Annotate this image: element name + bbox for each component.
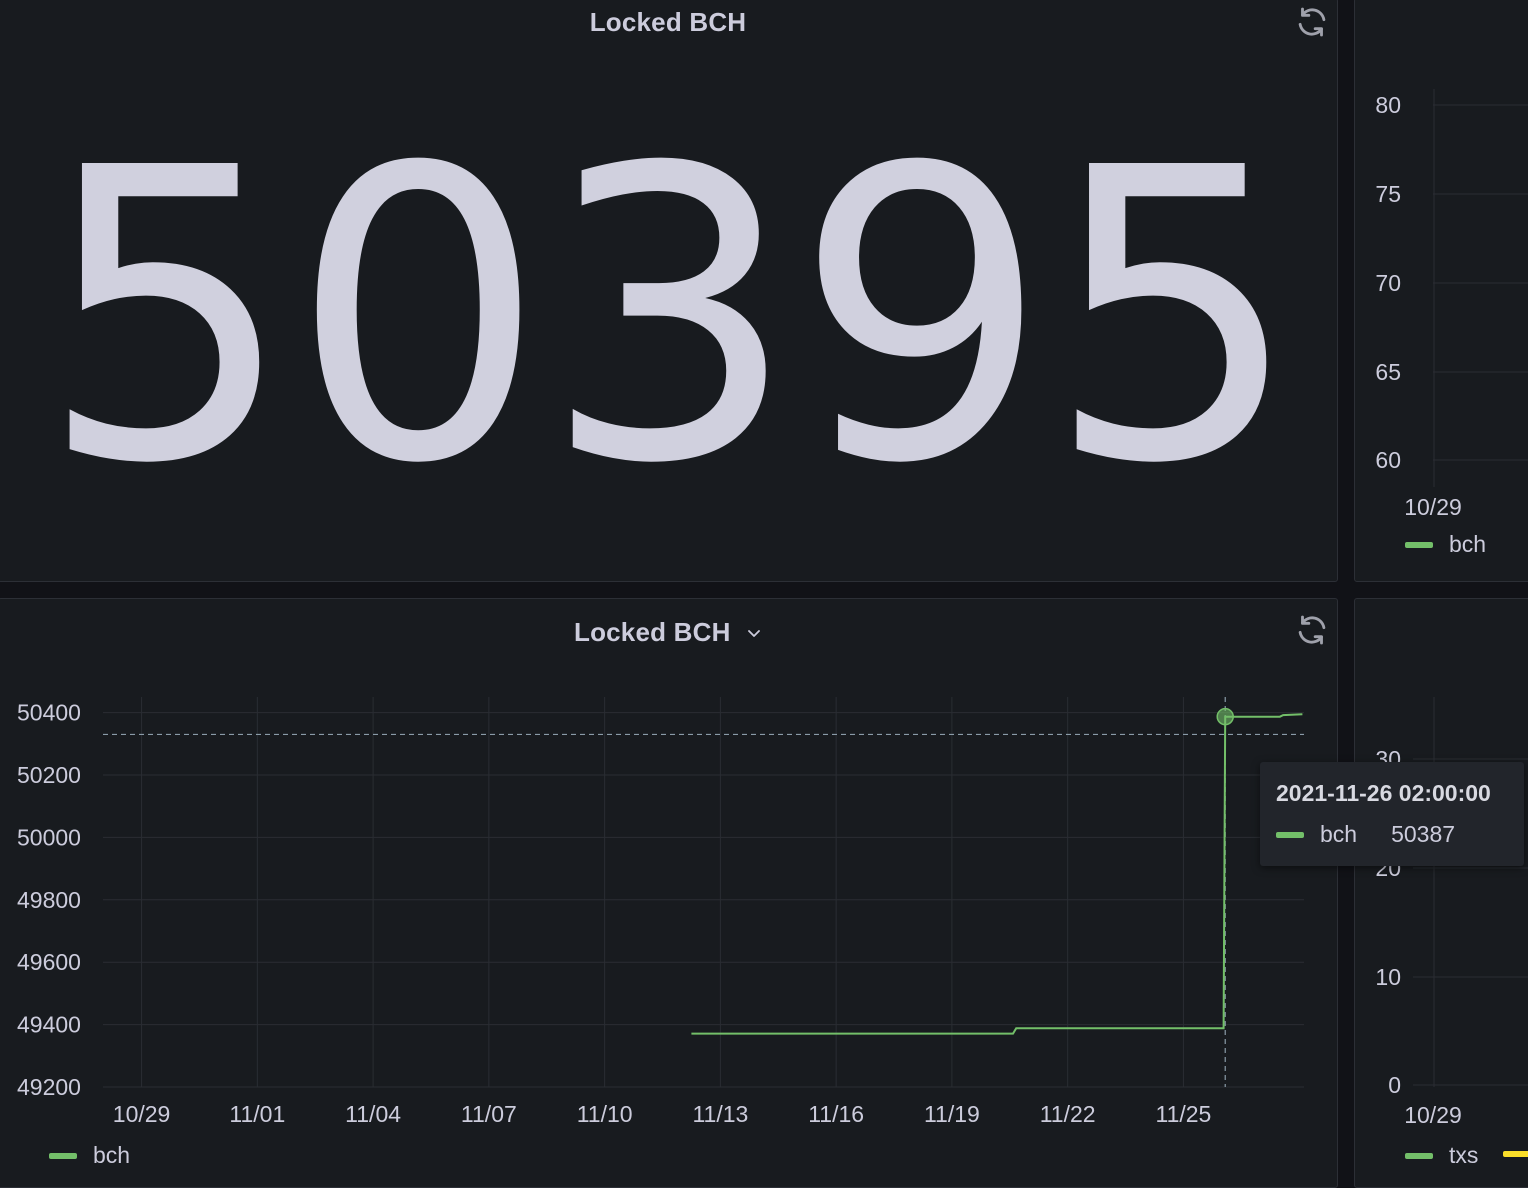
legend-item[interactable]: bch <box>49 1142 130 1169</box>
stat-value: 50395 <box>38 83 1302 551</box>
x-tick-label: 11/04 <box>345 1101 401 1127</box>
legend-swatch-yellow[interactable] <box>1503 1151 1528 1157</box>
y-tick-label: 49200 <box>17 1074 81 1100</box>
x-tick-label: 11/10 <box>577 1101 633 1127</box>
x-tick-label: 11/16 <box>808 1101 864 1127</box>
y-tick-label: 60 <box>1375 447 1401 473</box>
refresh-icon[interactable] <box>1293 3 1331 41</box>
y-tick-label: 49600 <box>17 949 81 975</box>
stat-panel: Locked BCH 50395 <box>0 0 1338 582</box>
x-tick-label: 11/07 <box>461 1101 517 1127</box>
legend-label: bch <box>1449 531 1487 557</box>
tooltip-series: bch <box>1320 821 1358 847</box>
y-tick-label: 10 <box>1375 964 1401 990</box>
right-bottom-chart: 30 20 10 0 10/29 1 <box>1375 697 1528 1128</box>
x-tick-label: 11/19 <box>924 1101 980 1127</box>
tooltip-value: 50387 <box>1391 821 1456 847</box>
right-top-chart: 80 75 70 65 60 10/29 1 <box>1375 89 1528 520</box>
x-tick-label: 10/29 <box>113 1101 171 1127</box>
hover-tooltip: 2021-11-26 02:00:00 bch 50387 <box>1260 762 1524 866</box>
y-tick-label: 80 <box>1375 92 1401 118</box>
graph-panel: Locked BCH 50400 50200 50000 49800 49600 4940… <box>0 598 1338 1188</box>
tooltip-time: 2021-11-26 02:00:00 <box>1276 780 1491 806</box>
x-tick-label: 10/29 <box>1404 494 1462 520</box>
y-tick-label: 50400 <box>17 700 81 726</box>
y-tick-label: 50000 <box>17 824 81 850</box>
legend-label: txs <box>1449 1142 1479 1168</box>
tooltip-swatch <box>1276 831 1304 838</box>
hover-point <box>1216 707 1234 726</box>
legend-swatch <box>49 1152 77 1159</box>
x-tick-label: 11/22 <box>1040 1101 1096 1127</box>
panel-title[interactable]: Locked BCH <box>0 7 1337 38</box>
legend-swatch <box>1405 541 1433 548</box>
legend-item[interactable]: bch <box>1405 531 1486 558</box>
x-tick-label: 11/13 <box>692 1101 748 1127</box>
x-tick-label: 11/25 <box>1155 1101 1211 1127</box>
line-chart[interactable]: 50400 50200 50000 49800 49600 49400 49200 10/29… <box>0 599 1338 1188</box>
y-tick-label: 0 <box>1388 1072 1401 1098</box>
series-line-bch <box>691 713 1303 1035</box>
y-tick-label: 75 <box>1375 181 1401 207</box>
legend-swatch <box>1405 1152 1433 1159</box>
y-tick-label: 49800 <box>17 887 81 913</box>
tooltip-row: bch 50387 <box>1276 821 1524 848</box>
x-tick-label: 11/01 <box>229 1101 285 1127</box>
right-top-panel: 80 75 70 65 60 10/29 1 bch <box>1354 0 1528 582</box>
y-tick-label: 65 <box>1375 359 1401 385</box>
legend-label: bch <box>93 1142 131 1168</box>
y-tick-label: 49400 <box>17 1012 81 1038</box>
x-tick-label: 10/29 <box>1404 1102 1462 1128</box>
y-tick-label: 50200 <box>17 762 81 788</box>
y-tick-label: 70 <box>1375 270 1401 296</box>
right-bottom-panel: 30 20 10 0 10/29 1 txs <box>1354 598 1528 1188</box>
legend-item[interactable]: txs <box>1405 1142 1478 1169</box>
